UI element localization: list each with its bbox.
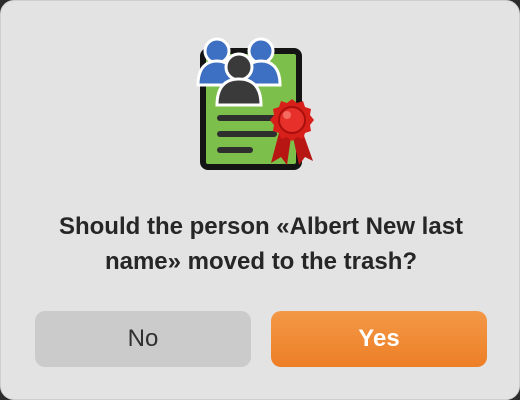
yes-button[interactable]: Yes bbox=[271, 311, 487, 367]
confirmation-message: Should the person «Albert New last name»… bbox=[58, 213, 464, 275]
confirm-trash-dialog: Should the person «Albert New last name»… bbox=[0, 0, 520, 400]
person-certificate-icon bbox=[195, 37, 327, 173]
no-button[interactable]: No bbox=[35, 311, 251, 367]
